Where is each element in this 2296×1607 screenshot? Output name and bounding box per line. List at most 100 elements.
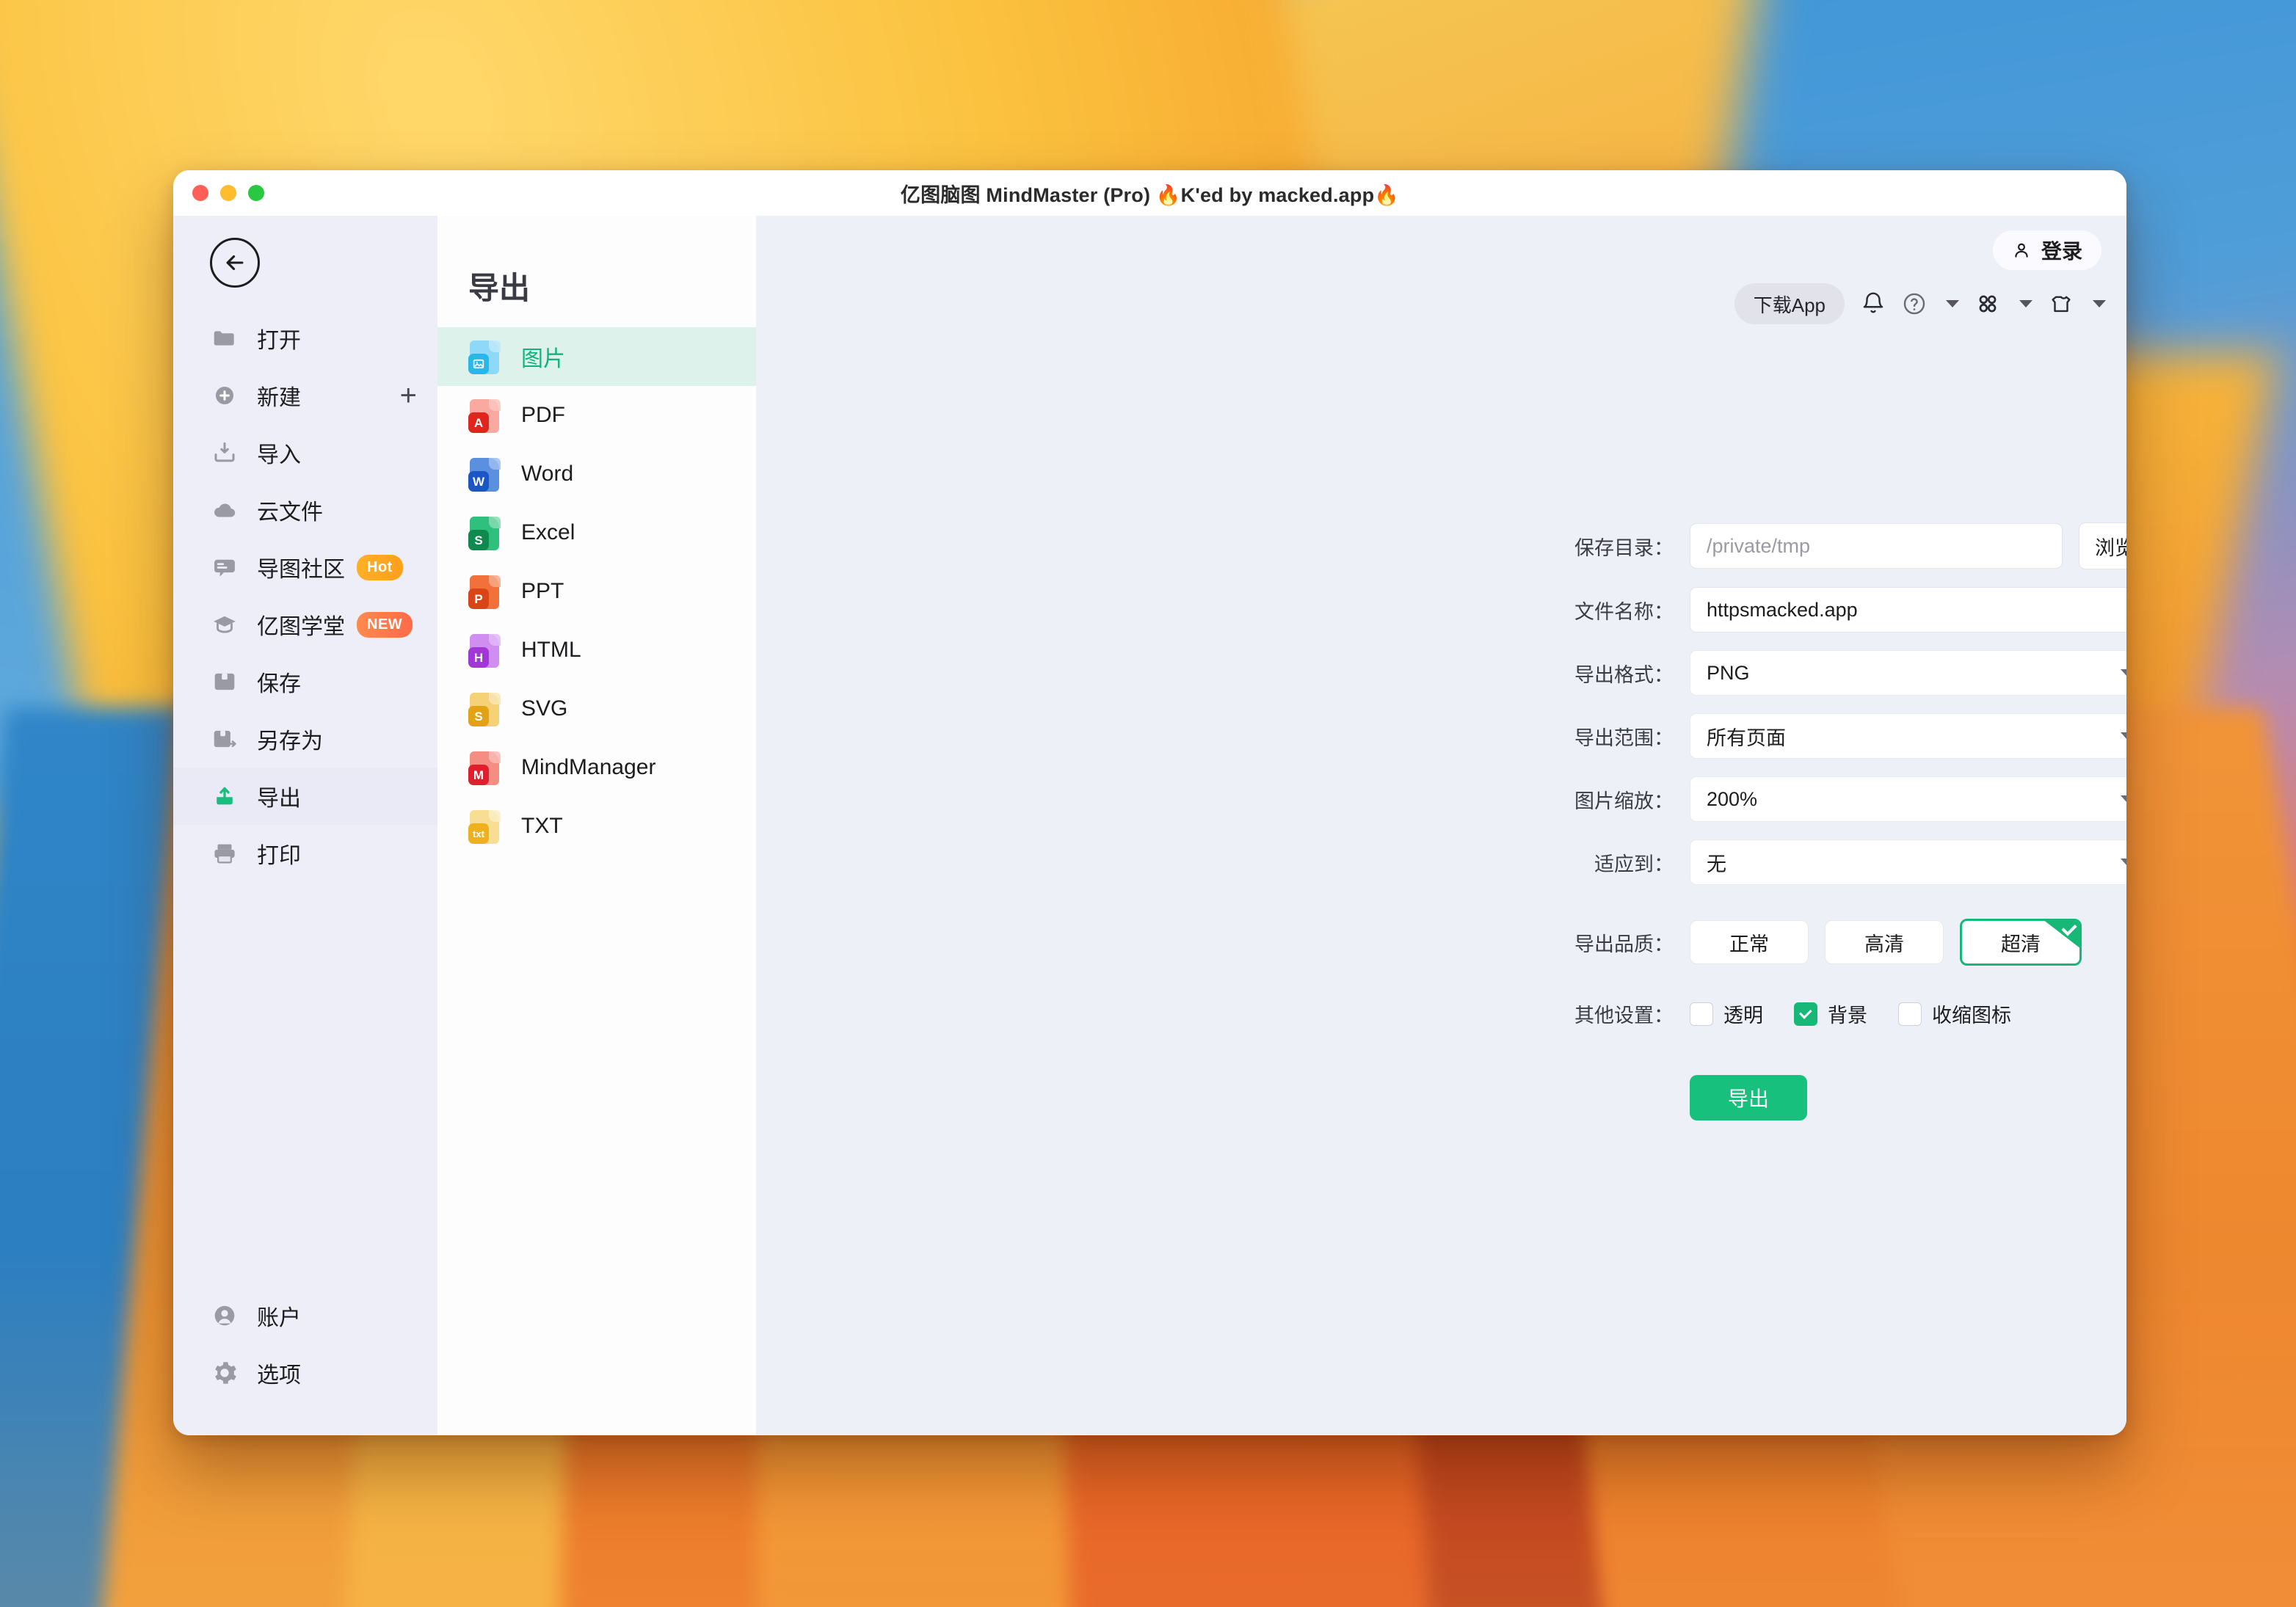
format-item-2[interactable]: W Word: [437, 445, 756, 503]
file-name-label: 文件名称：: [1574, 600, 1674, 623]
ppt-file-icon: P: [468, 572, 502, 611]
grid-apps-icon: [1979, 295, 1997, 313]
sidebar-item-label: 打开: [257, 329, 301, 353]
sidebar-item-6[interactable]: 保存: [173, 653, 437, 710]
folder-icon: [214, 331, 234, 346]
main-panel: 登录 下载App 保存目录： /private/tmp 浏览 文件名称： htt…: [756, 216, 2126, 1435]
printer-icon: [210, 839, 239, 867]
theme-button[interactable]: [2049, 291, 2074, 316]
window-controls[interactable]: [192, 185, 264, 201]
sidebar-item-5[interactable]: 亿图学堂 NEW: [173, 596, 437, 653]
browse-button[interactable]: 浏览: [2079, 522, 2126, 569]
format-item-4[interactable]: P PPT: [437, 562, 756, 621]
setting-checkbox-2[interactable]: 收缩图标: [1898, 999, 2011, 1028]
folder-icon: [210, 324, 239, 352]
export-range-select[interactable]: 所有页面: [1690, 713, 2126, 759]
sidebar-bottom-item-0[interactable]: 账户: [173, 1287, 437, 1344]
setting-checkbox-0[interactable]: 透明: [1690, 999, 1763, 1028]
sidebar-item-3[interactable]: 云文件: [173, 481, 437, 539]
format-glyph: A: [468, 412, 489, 433]
svg-file-icon: S: [468, 690, 502, 728]
sidebar-item-1[interactable]: 新建 +: [173, 367, 437, 424]
sidebar-bottom-item-1[interactable]: 选项: [173, 1344, 437, 1402]
image-scale-select[interactable]: 200%: [1690, 776, 2126, 822]
page-title: 导出: [468, 271, 531, 305]
add-new-button[interactable]: +: [400, 381, 417, 410]
format-item-8[interactable]: txt TXT: [437, 797, 756, 856]
sidebar-item-2[interactable]: 导入: [173, 424, 437, 481]
save-icon: [210, 668, 239, 696]
theme-dropdown-caret[interactable]: [2093, 300, 2106, 307]
save-dir-row: 保存目录： /private/tmp 浏览: [1563, 522, 2126, 569]
sidebar-item-label: 亿图学堂: [257, 615, 345, 639]
format-glyph: S: [468, 706, 489, 726]
checkbox-box[interactable]: [1690, 1002, 1713, 1026]
format-item-0[interactable]: 图片: [437, 327, 756, 386]
close-button[interactable]: [192, 185, 208, 201]
export-format-select[interactable]: PNG: [1690, 650, 2126, 696]
fit-to-row: 适应到： 无: [1563, 839, 2126, 885]
download-app-button[interactable]: 下载App: [1734, 283, 1845, 324]
quality-option-2[interactable]: 超清: [1960, 919, 2082, 966]
notifications-button[interactable]: [1861, 291, 1886, 316]
apps-grid-button[interactable]: [1975, 291, 2000, 316]
other-settings-label: 其他设置：: [1574, 1005, 1674, 1027]
nav-item-list: 打开新建 + 导入云文件 导图社区 Hot 亿图学堂 NEW 保存另存为导出 打印: [173, 310, 437, 882]
sidebar-item-badge: NEW: [357, 611, 413, 638]
sidebar-item-7[interactable]: 另存为: [173, 710, 437, 768]
format-item-3[interactable]: S Excel: [437, 503, 756, 562]
help-dropdown-caret[interactable]: [1946, 300, 1959, 307]
apps-dropdown-caret[interactable]: [2019, 300, 2032, 307]
chevron-down-icon: [2121, 732, 2126, 740]
format-panel: 导出 图片 A PDF W Word S Excel P PPT H HTML S SVG M MindMa…: [437, 216, 756, 1435]
app-window: 亿图脑图 MindMaster (Pro) 🔥K'ed by macked.ap…: [173, 170, 2126, 1435]
community-icon: [214, 559, 235, 577]
export-form: 保存目录： /private/tmp 浏览 文件名称： httpsmacked.…: [1563, 522, 2126, 1120]
format-item-label: 图片: [521, 347, 565, 371]
fit-to-label: 适应到：: [1594, 853, 1674, 875]
format-item-label: HTML: [521, 638, 581, 662]
checkbox-box[interactable]: [1898, 1002, 1922, 1026]
minimize-button[interactable]: [220, 185, 236, 201]
window-title: 亿图脑图 MindMaster (Pro) 🔥K'ed by macked.ap…: [900, 183, 1400, 206]
checkbox-label: 收缩图标: [1932, 1005, 2011, 1027]
import-icon: [214, 442, 235, 462]
sidebar-item-label: 选项: [257, 1363, 301, 1388]
sidebar-item-label: 另存为: [257, 729, 323, 754]
help-button[interactable]: [1902, 291, 1927, 316]
export-button[interactable]: 导出: [1690, 1075, 1807, 1120]
export-icon: [217, 787, 233, 805]
quality-option-0[interactable]: 正常: [1690, 920, 1809, 964]
sidebar-item-label: 导入: [257, 443, 301, 467]
format-item-6[interactable]: S SVG: [437, 679, 756, 738]
format-item-1[interactable]: A PDF: [437, 386, 756, 445]
login-button[interactable]: 登录: [1992, 230, 2101, 270]
checkbox-box[interactable]: [1794, 1002, 1817, 1026]
fit-to-select[interactable]: 无: [1690, 839, 2126, 885]
setting-checkbox-1[interactable]: 背景: [1794, 999, 1867, 1028]
export-range-label: 导出范围：: [1574, 726, 1674, 749]
format-glyph: P: [468, 588, 489, 609]
back-button[interactable]: [210, 238, 260, 288]
file-name-input[interactable]: httpsmacked.app: [1690, 587, 2126, 633]
format-item-label: PPT: [521, 579, 564, 603]
top-toolbar: 登录 下载App: [756, 216, 2126, 326]
save-dir-input[interactable]: /private/tmp: [1690, 523, 2063, 569]
nav-bottom-list: 账户选项: [173, 1287, 437, 1435]
sidebar-item-0[interactable]: 打开: [173, 310, 437, 367]
maximize-button[interactable]: [248, 185, 264, 201]
quality-row: 导出品质： 正常 高清 超清: [1563, 919, 2126, 966]
image-file-icon: [468, 338, 502, 376]
gear-icon: [215, 1362, 236, 1384]
export-icon: [210, 782, 239, 810]
format-item-7[interactable]: M MindManager: [437, 738, 756, 797]
file-name-row: 文件名称： httpsmacked.app: [1563, 587, 2126, 633]
format-item-label: Excel: [521, 520, 575, 544]
sidebar-item-8[interactable]: 导出: [173, 768, 437, 825]
sidebar-item-9[interactable]: 打印: [173, 825, 437, 882]
sidebar-item-4[interactable]: 导图社区 Hot: [173, 539, 437, 596]
word-file-icon: W: [468, 455, 502, 493]
save-dir-label: 保存目录：: [1574, 536, 1674, 559]
format-item-5[interactable]: H HTML: [437, 621, 756, 679]
quality-option-1[interactable]: 高清: [1825, 920, 1944, 964]
